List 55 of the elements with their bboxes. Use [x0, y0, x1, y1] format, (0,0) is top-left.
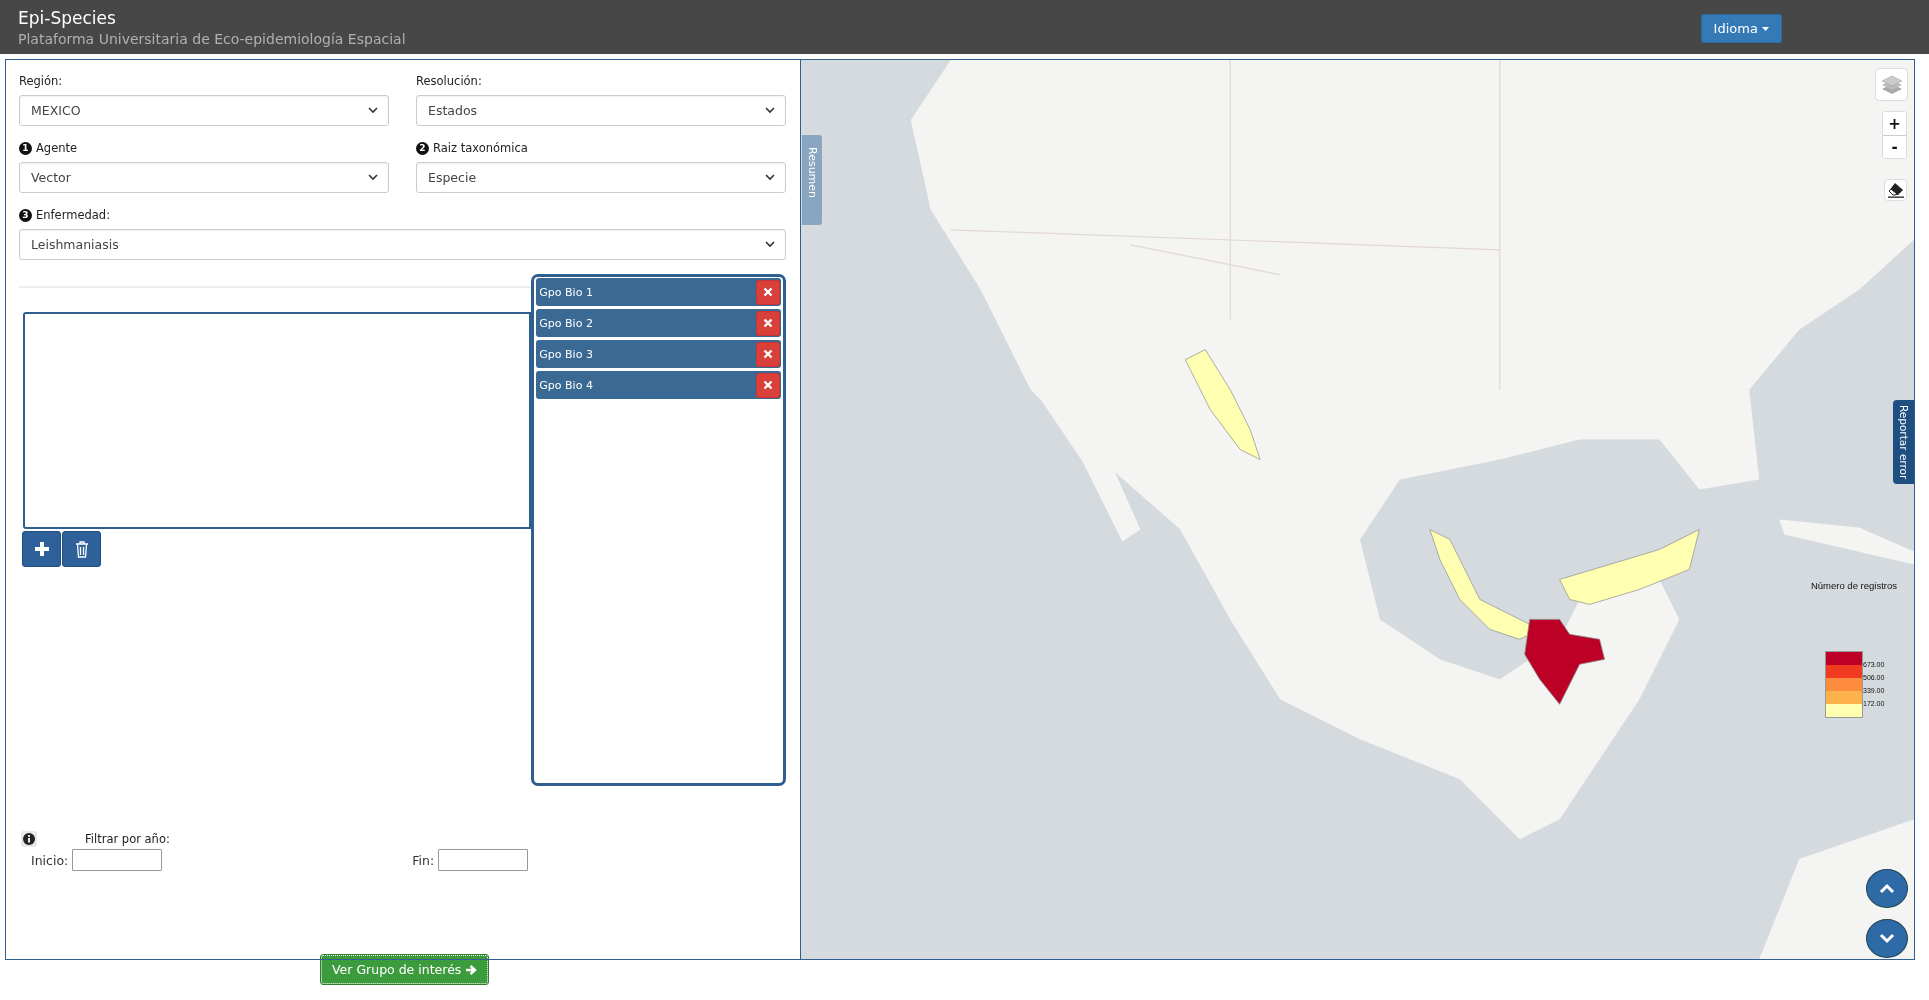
layers-icon — [1879, 73, 1904, 96]
group-item[interactable]: Gpo Bio 4 — [536, 371, 781, 399]
remove-button[interactable] — [756, 279, 780, 305]
select-field[interactable]: Vector — [19, 162, 389, 193]
select-field[interactable]: Especie — [416, 162, 786, 193]
app-subtitle: Plataforma Universitaria de Eco-epidemiología Espacial — [18, 30, 406, 47]
start-label: Inicio: — [31, 852, 69, 868]
chevron-down-icon — [1879, 933, 1895, 944]
group-item[interactable]: Gpo Bio 3 — [536, 340, 781, 368]
select-field[interactable]: MEXICO — [19, 95, 389, 126]
field-label: Resolución: — [416, 74, 482, 88]
caret-icon — [1762, 27, 1769, 31]
chevron-down-icon — [368, 174, 378, 181]
group-item[interactable]: Gpo Bio 1 — [536, 278, 781, 306]
chevron-down-icon — [765, 107, 775, 114]
step-number: 3 — [19, 208, 32, 222]
chevron-down-icon — [765, 241, 775, 248]
arrow-right-icon — [465, 963, 478, 976]
submit-button[interactable]: Ver Grupo de interés — [321, 955, 489, 984]
end-year-field[interactable] — [438, 849, 529, 871]
chevron-down-icon — [368, 107, 378, 114]
group-item[interactable]: Gpo Bio 2 — [536, 309, 781, 337]
report-error-tab[interactable]: Reportar error — [1893, 400, 1914, 484]
add-button[interactable] — [22, 531, 61, 567]
delete-button[interactable] — [62, 531, 101, 567]
step-number: 1 — [19, 141, 32, 155]
field-label: Agente — [36, 141, 78, 155]
field-label: Enfermedad: — [36, 208, 110, 222]
app-title: Epi-Species — [18, 7, 117, 28]
field-label: Región: — [19, 74, 63, 88]
remove-button[interactable] — [756, 341, 780, 367]
chevron-up-icon — [1879, 883, 1895, 894]
legend-title: Número de registros — [1810, 580, 1897, 591]
eraser-icon — [1886, 182, 1905, 198]
trash-icon — [74, 540, 89, 558]
filter-title: Filtrar por año: — [85, 832, 170, 846]
start-year-field[interactable] — [72, 849, 163, 871]
close-icon — [763, 287, 773, 297]
field-label: Raiz taxonómica — [433, 141, 528, 155]
select-field[interactable]: Leishmaniasis — [19, 229, 786, 260]
close-icon — [763, 349, 773, 359]
select-field[interactable]: Estados — [416, 95, 786, 126]
plus-icon — [33, 541, 50, 557]
end-label: Fin: — [412, 852, 435, 868]
remove-button[interactable] — [756, 310, 780, 336]
info-icon[interactable] — [21, 831, 37, 847]
step-number: 2 — [416, 141, 429, 155]
close-icon — [763, 318, 773, 328]
chevron-down-icon — [765, 174, 775, 181]
language-dropdown[interactable]: Idioma — [1700, 13, 1782, 43]
eraser-button[interactable] — [1884, 179, 1907, 201]
close-icon — [763, 380, 773, 390]
zoom-out-button[interactable]: - — [1883, 135, 1906, 158]
group-editor-area[interactable] — [23, 312, 532, 529]
remove-button[interactable] — [756, 372, 780, 398]
